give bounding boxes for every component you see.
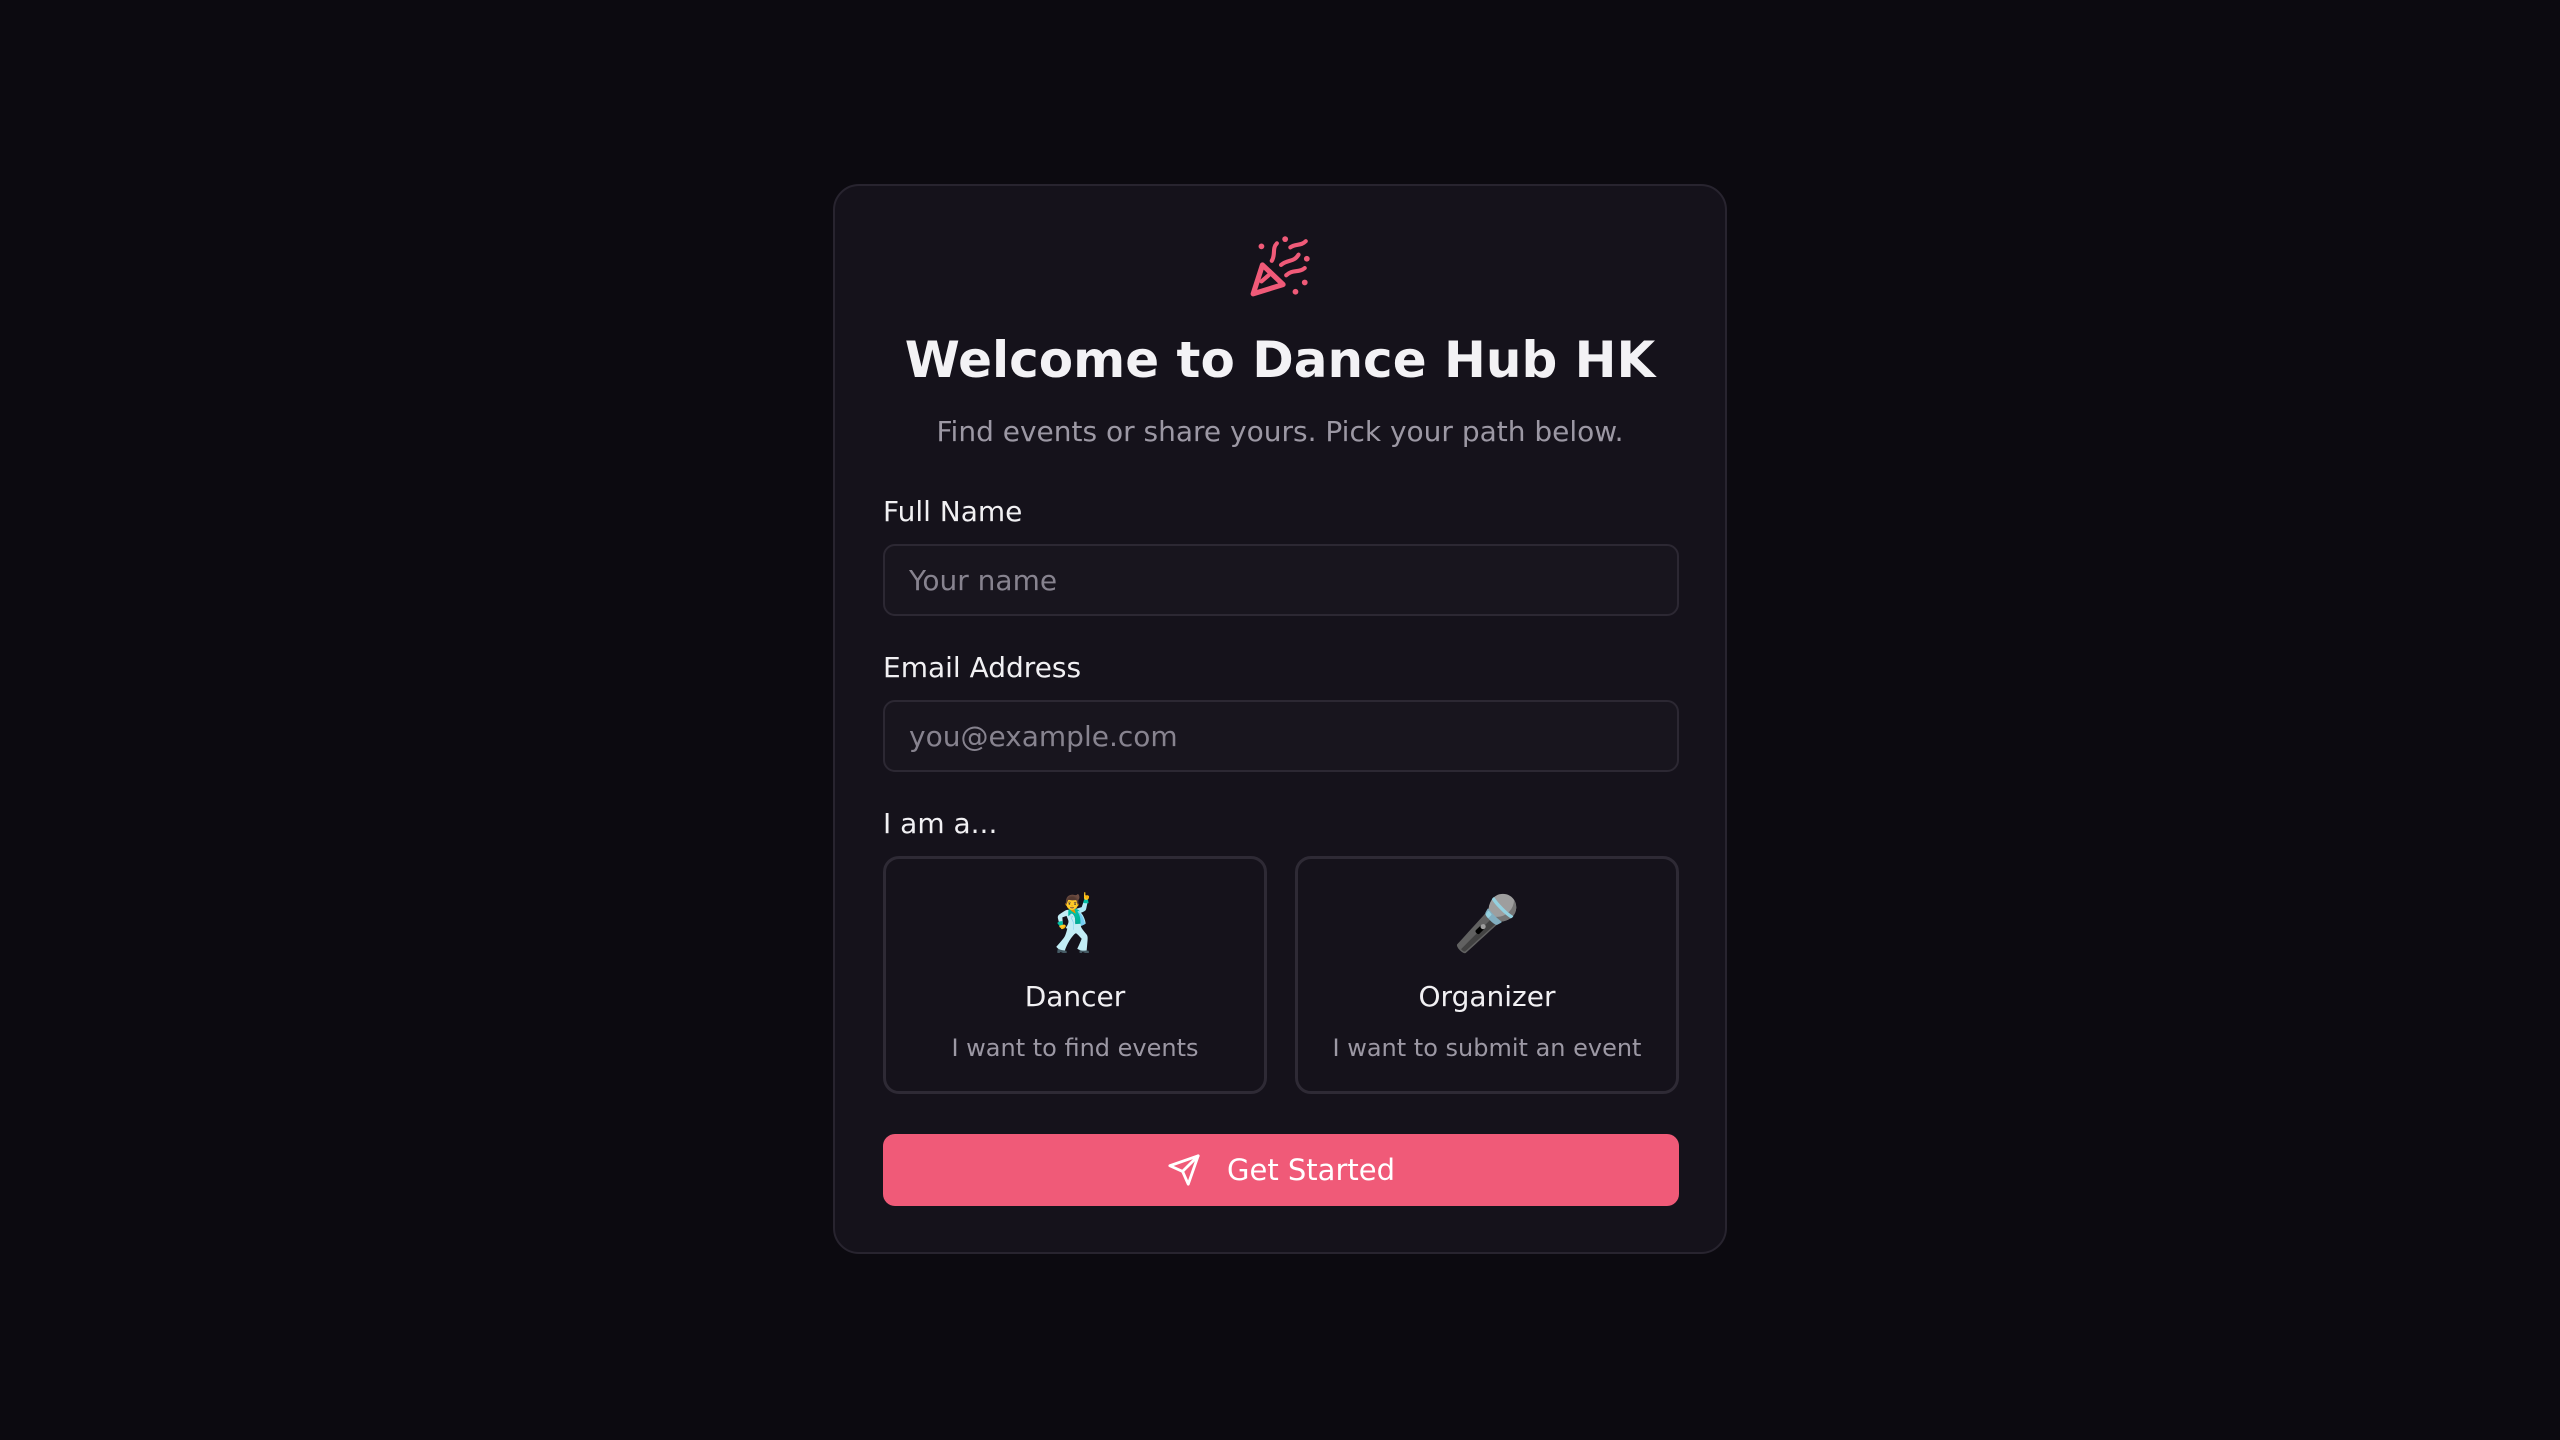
role-option-description: I want to submit an event — [1332, 1034, 1642, 1062]
role-option-description: I want to find events — [951, 1034, 1199, 1062]
full-name-input[interactable] — [883, 544, 1679, 616]
email-label: Email Address — [883, 651, 1082, 684]
page-title: Welcome to Dance Hub HK — [904, 331, 1656, 389]
role-label: I am a... — [883, 807, 998, 840]
party-popper-icon — [1250, 236, 1310, 297]
get-started-button[interactable]: Get Started — [883, 1134, 1679, 1206]
email-input[interactable] — [883, 700, 1679, 772]
full-name-label: Full Name — [883, 495, 1023, 528]
role-option-organizer[interactable]: 🎤 Organizer I want to submit an event — [1295, 856, 1679, 1094]
role-option-dancer[interactable]: 🕺 Dancer I want to find events — [883, 856, 1267, 1094]
microphone-icon: 🎤 — [1453, 892, 1521, 955]
role-option-title: Organizer — [1418, 980, 1556, 1013]
send-icon — [1168, 1154, 1200, 1186]
signup-card: Welcome to Dance Hub HK Find events or s… — [833, 184, 1727, 1254]
dancer-icon: 🕺 — [1041, 892, 1109, 955]
page-subtitle: Find events or share yours. Pick your pa… — [936, 415, 1624, 448]
role-option-title: Dancer — [1024, 980, 1126, 1013]
get-started-label: Get Started — [1227, 1153, 1395, 1187]
